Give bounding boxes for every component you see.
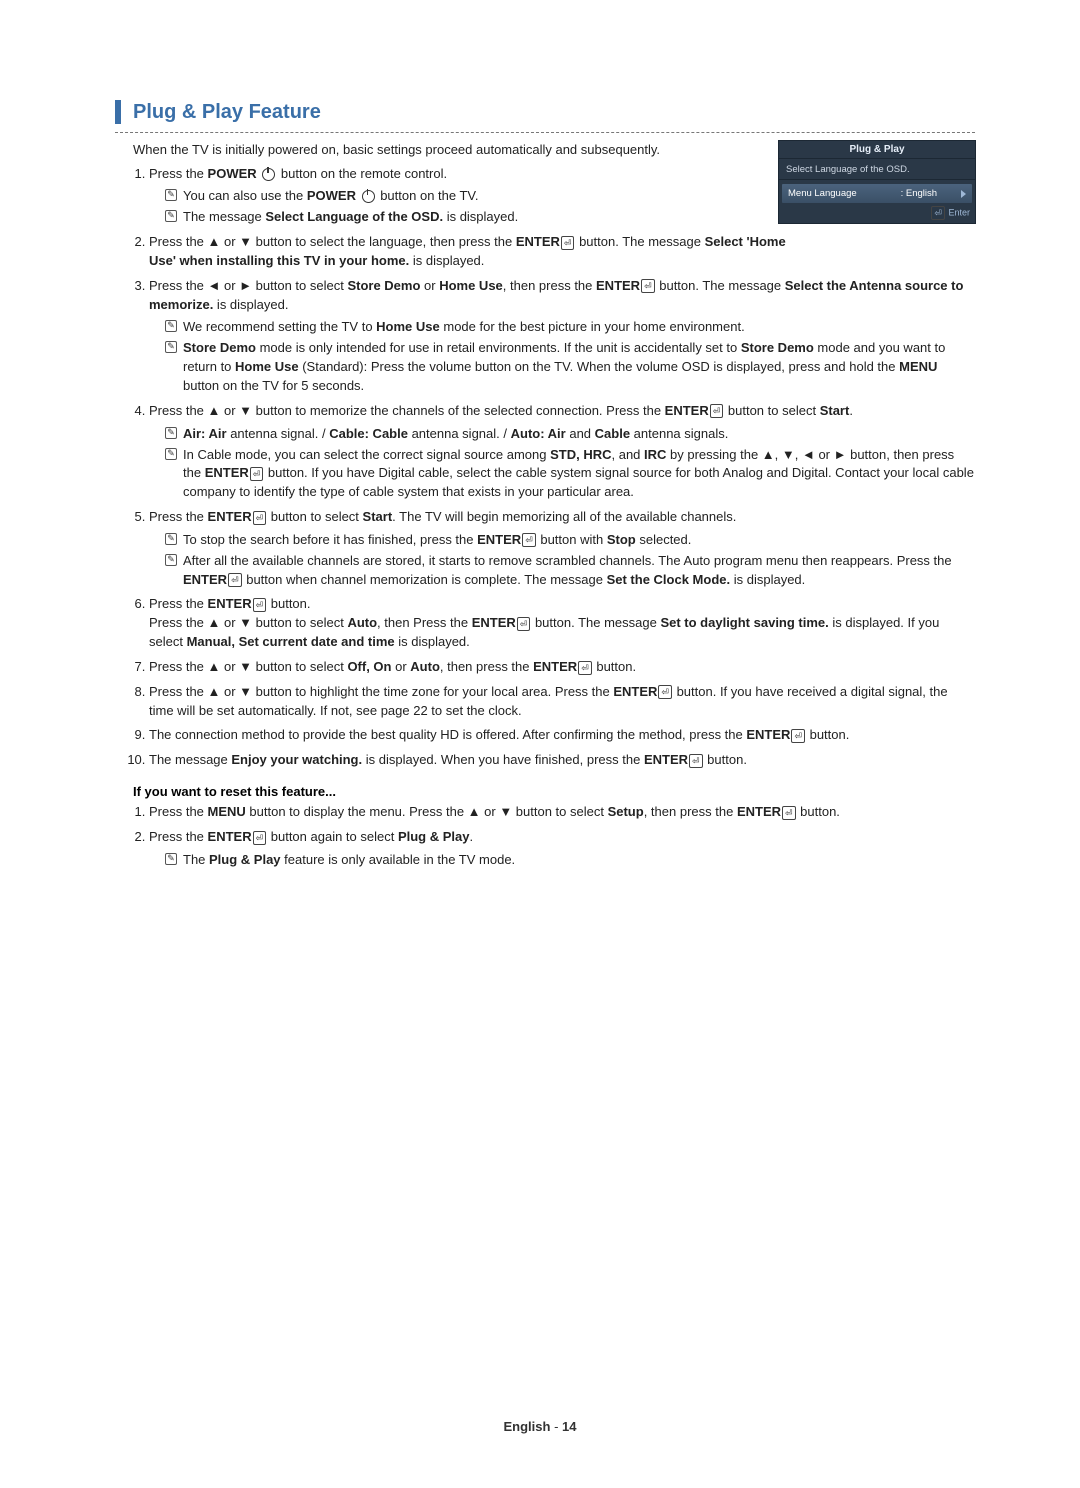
enter-icon: ⏎ [253, 511, 267, 525]
note: You can also use the POWER button on the… [165, 187, 975, 206]
footer-page-number: 14 [562, 1419, 576, 1434]
accent-bar [115, 100, 121, 124]
enter-icon: ⏎ [578, 661, 592, 675]
enter-icon: ⏎ [228, 573, 242, 587]
step-8: Press the ▲ or ▼ button to highlight the… [149, 683, 975, 721]
step-4: Press the ▲ or ▼ button to memorize the … [149, 402, 975, 502]
note: Air: Air antenna signal. / Cable: Cable … [165, 425, 975, 444]
note: The Plug & Play feature is only availabl… [165, 851, 975, 870]
enter-icon: ⏎ [250, 467, 264, 481]
step-6: Press the ENTER⏎ button. Press the ▲ or … [149, 595, 975, 652]
note: Store Demo mode is only intended for use… [165, 339, 975, 396]
divider [115, 132, 975, 133]
page-footer: English - 14 [0, 1419, 1080, 1434]
note: The message Select Language of the OSD. … [165, 208, 975, 227]
note: In Cable mode, you can select the correc… [165, 446, 975, 503]
enter-icon: ⏎ [658, 685, 672, 699]
intro-text: When the TV is initially powered on, bas… [133, 141, 773, 159]
enter-icon: ⏎ [689, 754, 703, 768]
enter-icon: ⏎ [782, 806, 796, 820]
osd-title: Plug & Play [778, 140, 976, 159]
enter-icon: ⏎ [253, 831, 267, 845]
step-2: Press the ▲ or ▼ button to select the la… [149, 233, 789, 271]
enter-icon: ⏎ [253, 598, 267, 612]
enter-icon: ⏎ [710, 404, 724, 418]
note: To stop the search before it has finishe… [165, 531, 975, 550]
reset-steps-list: Press the MENU button to display the men… [115, 803, 975, 870]
enter-icon: ⏎ [517, 617, 531, 631]
reset-step-2: Press the ENTER⏎ button again to select … [149, 828, 975, 870]
osd-instruction: Select Language of the OSD. [778, 159, 976, 180]
steps-list: Press the POWER button on the remote con… [115, 165, 975, 771]
step-3: Press the ◄ or ► button to select Store … [149, 277, 975, 396]
reset-heading: If you want to reset this feature... [133, 784, 975, 799]
step-7: Press the ▲ or ▼ button to select Off, O… [149, 658, 975, 677]
note: We recommend setting the TV to Home Use … [165, 318, 975, 337]
step-5: Press the ENTER⏎ button to select Start.… [149, 508, 975, 589]
enter-icon: ⏎ [522, 533, 536, 547]
section-title: Plug & Play Feature [133, 100, 321, 124]
enter-icon: ⏎ [791, 729, 805, 743]
note: After all the available channels are sto… [165, 552, 975, 590]
section-header: Plug & Play Feature [115, 100, 975, 124]
step-9: The connection method to provide the bes… [149, 726, 975, 745]
footer-language: English [504, 1419, 551, 1434]
step-10: The message Enjoy your watching. is disp… [149, 751, 975, 770]
reset-step-1: Press the MENU button to display the men… [149, 803, 975, 822]
power-icon [262, 168, 275, 181]
enter-icon: ⏎ [561, 236, 575, 250]
enter-icon: ⏎ [641, 279, 655, 293]
power-icon [362, 190, 375, 203]
